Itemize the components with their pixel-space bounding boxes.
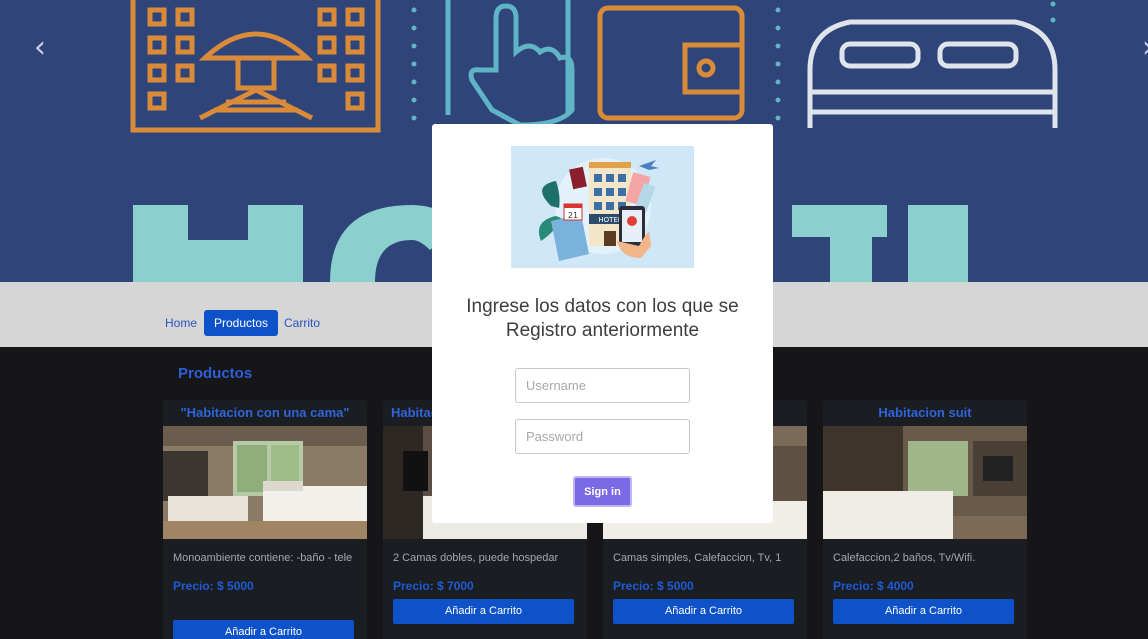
username-input[interactable] — [515, 368, 690, 403]
product-price: Precio: $ 7000 — [393, 579, 474, 593]
product-description: Calefaccion,2 baños, Tv/Wifi. — [833, 552, 976, 564]
products-heading: Productos — [178, 365, 253, 382]
product-image — [163, 426, 367, 539]
product-price: Precio: $ 5000 — [173, 579, 254, 593]
carousel-prev-button[interactable]: ‹ — [28, 30, 52, 66]
chevron-left-icon: ‹ — [34, 30, 46, 65]
login-title: Ingrese los datos con los que se Registr… — [466, 296, 739, 341]
login-modal: HOTEL 21 Ingrese los datos con los que s… — [432, 124, 773, 523]
password-input[interactable] — [515, 419, 690, 454]
add-to-cart-button[interactable]: Añadir a Carrito — [173, 620, 354, 639]
product-title: Habitacion suit — [878, 405, 972, 420]
product-price: Precio: $ 5000 — [613, 579, 694, 593]
nav-carrito-link[interactable]: Carrito — [274, 310, 330, 336]
nav-productos-link[interactable]: Productos — [204, 310, 279, 336]
signin-button[interactable]: Sign in — [573, 476, 632, 507]
hotel-illustration: HOTEL 21 — [511, 146, 694, 268]
product-title: "Habitacion con una cama" — [180, 405, 350, 420]
hotel-sign-text: HOTEL — [598, 216, 621, 224]
product-description: 2 Camas dobles, puede hospedar — [393, 552, 559, 564]
product-description: Monoambiente contiene: -baño - tele — [173, 552, 353, 564]
product-price: Precio: $ 4000 — [833, 579, 914, 593]
product-card: "Habitacion con una cama" Monoambiente c… — [163, 400, 367, 639]
add-to-cart-button[interactable]: Añadir a Carrito — [613, 599, 794, 624]
carousel-next-button[interactable]: › — [1136, 30, 1148, 66]
add-to-cart-button[interactable]: Añadir a Carrito — [833, 599, 1014, 624]
product-card: Habitacion suit Calefaccion,2 baños, Tv/… — [823, 400, 1027, 639]
product-description: Camas simples, Calefaccion, Tv, 1 — [613, 552, 782, 564]
nav-home-link[interactable]: Home — [155, 310, 207, 336]
chevron-right-icon: › — [1142, 30, 1148, 65]
product-image — [823, 426, 1027, 539]
calendar-day-text: 21 — [568, 211, 578, 220]
add-to-cart-button[interactable]: Añadir a Carrito — [393, 599, 574, 624]
